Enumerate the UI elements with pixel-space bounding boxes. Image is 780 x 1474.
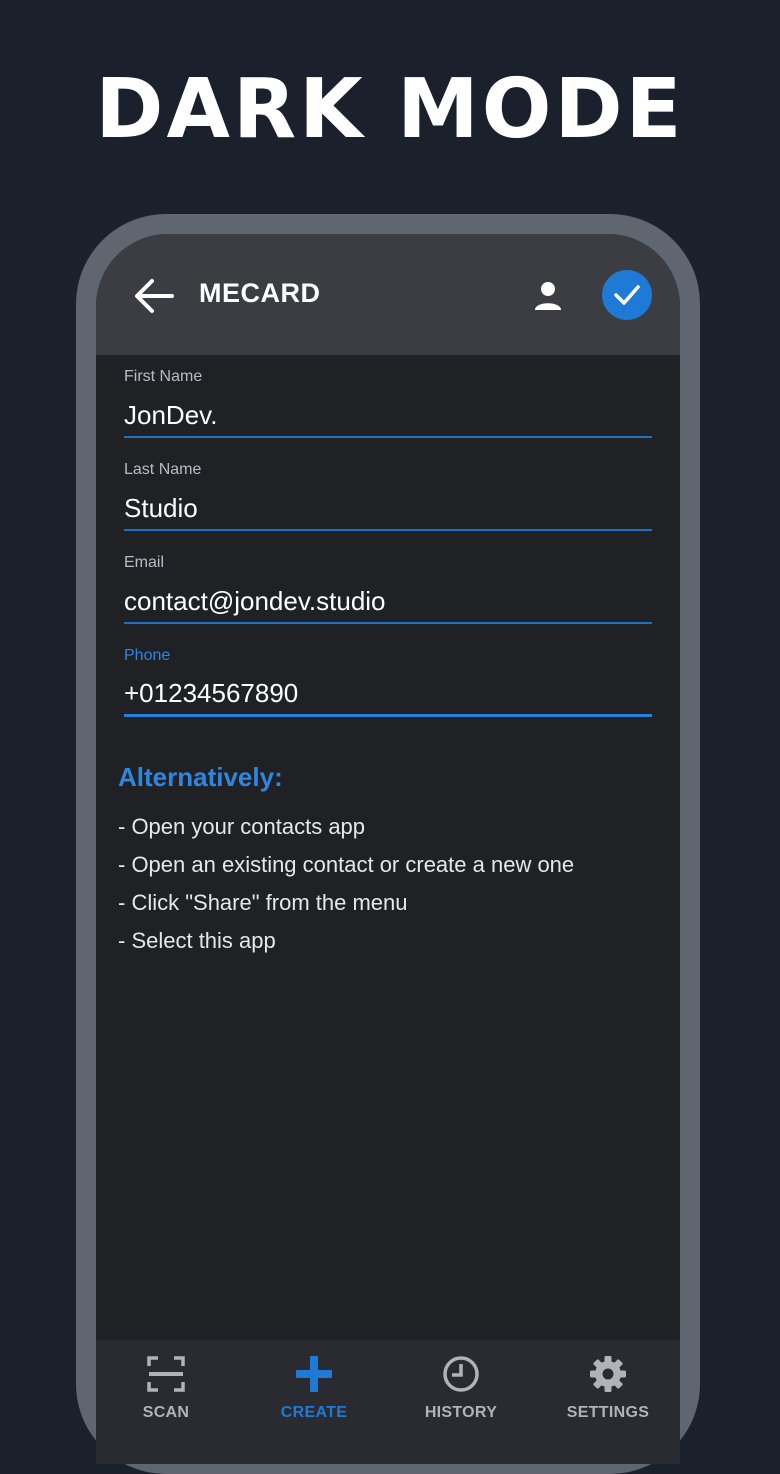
last-name-field: Last Name	[124, 459, 652, 531]
first-name-field: First Name	[124, 366, 652, 438]
alternatively-heading: Alternatively:	[118, 762, 283, 792]
app-screen: MECARD First Name Last Name Email Phone …	[96, 234, 680, 1464]
plus-icon	[296, 1356, 332, 1392]
list-item: - Select this app	[118, 928, 276, 953]
nav-settings[interactable]: SETTINGS	[548, 1354, 668, 1444]
phone-label: Phone	[124, 647, 171, 664]
first-name-label: First Name	[124, 368, 203, 385]
nav-scan-label: SCAN	[142, 1404, 190, 1421]
pick-contact-button[interactable]	[530, 278, 566, 314]
scan-icon	[147, 1356, 185, 1392]
nav-scan[interactable]: SCAN	[106, 1354, 226, 1444]
confirm-button[interactable]	[602, 270, 652, 320]
email-field: Email	[124, 552, 652, 624]
page-title: MECARD	[199, 278, 321, 308]
app-bar: MECARD	[96, 234, 680, 355]
last-name-input[interactable]	[124, 487, 652, 531]
nav-history-label: HISTORY	[424, 1404, 498, 1421]
nav-settings-label: SETTINGS	[566, 1404, 650, 1421]
clock-icon	[443, 1356, 479, 1392]
promo-title: DARK MODE	[95, 62, 685, 157]
person-icon	[535, 282, 561, 310]
email-input[interactable]	[124, 580, 652, 624]
last-name-label: Last Name	[124, 461, 202, 478]
email-label: Email	[124, 554, 165, 571]
bottom-nav: SCAN CREATE HISTORY SETTINGS	[96, 1340, 680, 1464]
phone-input[interactable]	[124, 673, 652, 717]
phone-field: Phone	[124, 645, 652, 717]
back-button[interactable]	[132, 276, 176, 316]
gear-icon	[590, 1356, 626, 1392]
first-name-input[interactable]	[124, 394, 652, 438]
arrow-left-icon	[135, 279, 174, 313]
alternatively-steps: - Open your contacts app - Open an exist…	[118, 808, 574, 960]
list-item: - Open an existing contact or create a n…	[118, 852, 575, 877]
list-item: - Click "Share" from the menu	[118, 890, 408, 915]
nav-create-label: CREATE	[280, 1404, 348, 1421]
list-item: - Open your contacts app	[118, 814, 366, 839]
nav-create[interactable]: CREATE	[254, 1354, 374, 1444]
nav-history[interactable]: HISTORY	[401, 1354, 521, 1444]
check-icon	[614, 285, 640, 305]
